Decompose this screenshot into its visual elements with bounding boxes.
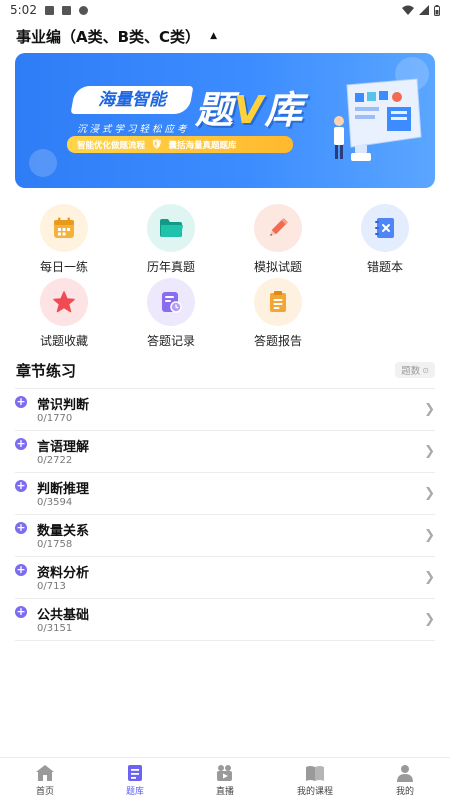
expand-plus-icon[interactable]: +	[15, 522, 27, 534]
tab-label: 首页	[35, 787, 54, 797]
chapter-title: 资料分析	[37, 566, 90, 581]
chapter-list: + 常识判断 0/1770 ❯ + 言语理解 0/2722 ❯ + 判断推理 0…	[15, 388, 435, 641]
exam-type-selector[interactable]: 事业编（A类、B类、C类） ▲	[16, 26, 217, 46]
tab-profile[interactable]: 我的	[360, 758, 450, 800]
grid-item-error-book[interactable]: 错题本	[345, 204, 425, 275]
battery-icon	[434, 4, 440, 16]
chevron-right-icon: ❯	[424, 486, 435, 501]
chevron-right-icon: ❯	[424, 528, 435, 543]
expand-plus-icon[interactable]: +	[15, 564, 27, 576]
grid-label: 错题本	[366, 260, 403, 274]
chevron-right-icon: ❯	[424, 402, 435, 417]
grid-label: 试题收藏	[39, 334, 88, 348]
bottom-tab-bar: 首页 题库 直播 我的课程 我的	[0, 757, 450, 800]
grid-label: 每日一练	[39, 260, 88, 274]
app-notification-icon	[61, 5, 71, 15]
banner-feature-strip: 智能优化做题流程 🛡 囊括海量真题题库	[67, 136, 293, 153]
chapter-item[interactable]: + 资料分析 0/713 ❯	[15, 557, 435, 599]
chapter-progress: 0/1770	[37, 413, 73, 424]
shield-icon: 🛡	[151, 139, 163, 150]
grid-item-daily-practice[interactable]: 每日一练	[24, 204, 104, 275]
chapter-title: 公共基础	[37, 608, 90, 623]
chapter-item[interactable]: + 常识判断 0/1770 ❯	[15, 389, 435, 431]
tab-label: 直播	[215, 787, 234, 797]
chevron-right-icon: ❯	[424, 570, 435, 585]
chapter-item[interactable]: + 判断推理 0/3594 ❯	[15, 473, 435, 515]
chapter-title: 常识判断	[37, 398, 90, 413]
chapter-section-header: 章节练习 题数 ⊙	[16, 360, 435, 380]
expand-plus-icon[interactable]: +	[15, 396, 27, 408]
sort-icon: ⊙	[422, 365, 429, 375]
chapter-progress: 0/2722	[37, 455, 73, 466]
status-bar: 5:02	[0, 0, 450, 20]
pencil-icon	[254, 204, 302, 252]
question-count-sort-button[interactable]: 题数 ⊙	[395, 362, 435, 378]
status-right	[402, 4, 440, 16]
expand-plus-icon[interactable]: +	[15, 480, 27, 492]
banner-title-part1: 题	[195, 88, 235, 132]
grid-label: 答题报告	[253, 334, 302, 348]
chapter-progress: 0/3594	[37, 497, 73, 508]
chevron-right-icon: ❯	[424, 444, 435, 459]
error-book-icon	[361, 204, 409, 252]
chapter-title: 数量关系	[37, 524, 90, 539]
wifi-icon	[402, 5, 414, 15]
tab-my-courses[interactable]: 我的课程	[270, 758, 360, 800]
grid-item-mock-tests[interactable]: 模拟试题	[238, 204, 318, 275]
chapter-progress: 0/3151	[37, 623, 73, 634]
course-icon	[306, 766, 324, 781]
grid-label: 答题记录	[146, 334, 195, 348]
expand-plus-icon[interactable]: +	[15, 606, 27, 618]
chevron-right-icon: ❯	[424, 612, 435, 627]
signal-icon	[419, 5, 429, 15]
tab-label: 我的	[395, 787, 414, 797]
live-icon	[217, 765, 232, 781]
grid-item-answer-records[interactable]: 答题记录	[131, 278, 211, 349]
android-notification-icon	[78, 5, 88, 15]
folder-icon	[147, 204, 195, 252]
status-left: 5:02	[10, 3, 88, 17]
grid-item-past-exams[interactable]: 历年真题	[131, 204, 211, 275]
grid-label: 模拟试题	[253, 260, 302, 274]
star-icon	[40, 278, 88, 326]
promo-banner[interactable]: 海量智能 题V库 沉浸式学习轻松应考 智能优化做题流程 🛡 囊括海量真题题库	[15, 53, 435, 188]
profile-icon	[397, 765, 413, 782]
tab-live[interactable]: 直播	[180, 758, 270, 800]
chapter-title: 判断推理	[37, 482, 90, 497]
banner-feature-right: 囊括海量真题题库	[168, 140, 237, 151]
count-badge-label: 题数	[401, 366, 421, 377]
banner-feature-left: 智能优化做题流程	[77, 140, 146, 151]
tab-label: 我的课程	[296, 787, 333, 797]
calendar-icon	[40, 204, 88, 252]
chapter-item[interactable]: + 公共基础 0/3151 ❯	[15, 599, 435, 641]
grid-item-favorites[interactable]: 试题收藏	[24, 278, 104, 349]
chapter-title: 言语理解	[37, 440, 90, 455]
banner-brand: 海量智能	[98, 90, 166, 110]
report-icon	[254, 278, 302, 326]
banner-tagline: 沉浸式学习轻松应考	[77, 124, 190, 135]
record-icon	[147, 278, 195, 326]
tab-home[interactable]: 首页	[0, 758, 90, 800]
chapter-item[interactable]: + 言语理解 0/2722 ❯	[15, 431, 435, 473]
grid-item-answer-report[interactable]: 答题报告	[238, 278, 318, 349]
expand-plus-icon[interactable]: +	[15, 438, 27, 450]
chapter-item[interactable]: + 数量关系 0/1758 ❯	[15, 515, 435, 557]
status-time: 5:02	[10, 3, 37, 17]
exam-type-label: 事业编（A类、B类、C类）	[16, 27, 201, 46]
banner-big-title: 题V库	[195, 79, 303, 134]
tab-label: 题库	[125, 787, 144, 797]
gallery-notification-icon	[44, 5, 54, 15]
chapter-progress: 0/1758	[37, 539, 73, 550]
chapter-progress: 0/713	[37, 581, 66, 592]
question-bank-icon	[128, 765, 142, 781]
banner-decoration	[29, 149, 57, 177]
section-title: 章节练习	[16, 361, 77, 380]
home-icon	[36, 765, 54, 781]
caret-down-icon: ▲	[210, 31, 217, 41]
banner-title-part2: 库	[264, 88, 304, 132]
grid-label: 历年真题	[146, 260, 195, 274]
tab-question-bank[interactable]: 题库	[90, 758, 180, 800]
banner-illustration-icon	[334, 78, 422, 161]
banner-title-v: V	[234, 88, 265, 132]
